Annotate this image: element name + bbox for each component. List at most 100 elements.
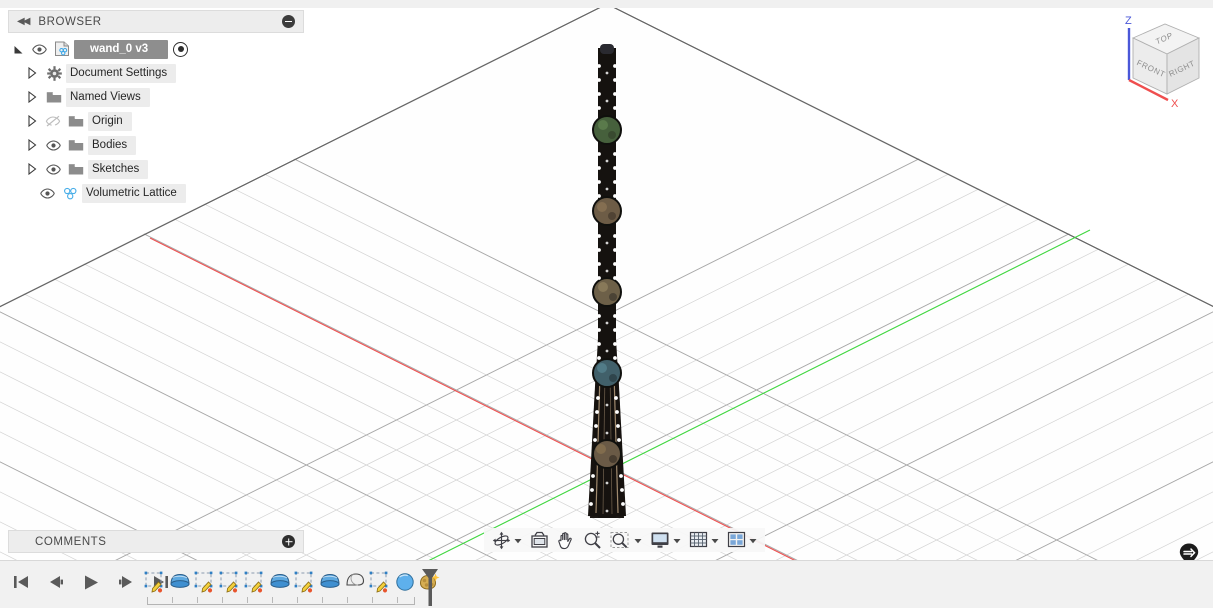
folder-icon xyxy=(42,91,66,104)
expanded-triangle-icon[interactable] xyxy=(8,44,28,55)
chevron-down-icon[interactable] xyxy=(749,531,757,549)
collapsed-triangle-icon[interactable] xyxy=(22,67,42,79)
double-left-chevron-icon[interactable]: ◀◀ xyxy=(17,16,30,27)
browser-tree: wand_0 v3 Document Settings Named Views … xyxy=(8,37,304,205)
plus-icon[interactable] xyxy=(282,535,295,548)
sketch-feature[interactable] xyxy=(192,567,217,597)
component-document-icon xyxy=(50,41,74,57)
fit-tool[interactable] xyxy=(606,528,646,552)
viewcube-z-label: Z xyxy=(1125,15,1132,27)
grid-snaps-tool[interactable] xyxy=(685,528,723,552)
collapsed-triangle-icon[interactable] xyxy=(22,115,42,127)
eye-visible-icon[interactable] xyxy=(42,163,64,175)
view-cube[interactable]: Z X TOP FRONT RIGHT xyxy=(1113,8,1209,112)
comments-panel[interactable]: COMMENTS xyxy=(8,530,304,553)
sketch-feature[interactable] xyxy=(142,567,167,597)
step-forward-button[interactable] xyxy=(115,571,137,593)
comments-title: COMMENTS xyxy=(35,535,107,548)
display-settings-tool[interactable] xyxy=(646,528,685,552)
sidebar-item-named-views[interactable]: Named Views xyxy=(8,85,304,109)
chevron-down-icon[interactable] xyxy=(634,531,642,549)
tree-root-node[interactable]: wand_0 v3 xyxy=(8,37,304,61)
sketch-feature[interactable] xyxy=(217,567,242,597)
orbit-tool[interactable] xyxy=(488,528,526,552)
pan-hand-icon xyxy=(558,531,572,549)
zoom-fit-icon xyxy=(610,531,629,548)
sidebar-item-label[interactable]: Bodies xyxy=(88,135,137,155)
root-node-label[interactable]: wand_0 v3 xyxy=(74,39,169,59)
sketch-icon xyxy=(294,571,312,593)
zoom-tool[interactable] xyxy=(579,528,606,552)
play-button[interactable] xyxy=(80,571,102,593)
extrude-icon xyxy=(169,573,190,588)
sketch-feature[interactable] xyxy=(242,567,267,597)
timeline-status-bar xyxy=(0,560,1213,608)
eye-visible-icon[interactable] xyxy=(36,187,58,199)
folder-icon xyxy=(64,163,88,176)
sketch-feature[interactable] xyxy=(367,567,392,597)
gear-icon xyxy=(42,65,66,81)
sidebar-item-volumetric-lattice[interactable]: Volumetric Lattice xyxy=(8,181,304,205)
sketch-icon xyxy=(194,571,212,593)
timeline-marker-icon[interactable] xyxy=(421,567,439,606)
sidebar-item-origin[interactable]: Origin xyxy=(8,109,304,133)
folder-icon xyxy=(64,139,88,152)
go-to-beginning-button[interactable] xyxy=(10,571,32,593)
eye-visible-icon[interactable] xyxy=(28,43,50,55)
look-at-tool[interactable] xyxy=(526,528,553,552)
loft-icon xyxy=(345,573,364,586)
sketch-feature[interactable] xyxy=(292,567,317,597)
minus-icon[interactable] xyxy=(282,15,295,28)
collapsed-triangle-icon[interactable] xyxy=(22,139,42,151)
extrude-feature[interactable] xyxy=(317,567,342,597)
extrude-feature[interactable] xyxy=(167,567,192,597)
sidebar-item-label[interactable]: Sketches xyxy=(88,159,149,179)
sidebar-item-label[interactable]: Volumetric Lattice xyxy=(82,183,186,203)
radio-target-icon[interactable] xyxy=(173,41,189,57)
look-at-icon xyxy=(531,531,548,548)
step-forward-icon xyxy=(119,576,132,588)
sidebar-item-label[interactable]: Document Settings xyxy=(66,63,177,83)
navigation-pin-icon[interactable] xyxy=(1178,542,1200,560)
eye-visible-icon[interactable] xyxy=(42,139,64,151)
collapsed-triangle-icon[interactable] xyxy=(22,91,42,103)
sphere-icon xyxy=(395,573,414,591)
sidebar-item-label[interactable]: Named Views xyxy=(66,87,150,107)
sketch-icon xyxy=(219,571,237,593)
step-back-button[interactable] xyxy=(45,571,67,593)
extrude-feature[interactable] xyxy=(267,567,292,597)
browser-title: BROWSER xyxy=(38,15,102,28)
loft-feature[interactable] xyxy=(342,567,367,597)
extrude-icon xyxy=(319,573,340,588)
browser-panel: ◀◀ BROWSER wand_0 v3 Document Settings N… xyxy=(8,10,304,205)
chevron-down-icon[interactable] xyxy=(514,531,522,549)
viewport-layout-icon xyxy=(727,531,746,548)
eye-hidden-icon[interactable] xyxy=(42,115,64,127)
sphere-feature[interactable] xyxy=(392,567,417,597)
fusion-cad-window: Z X TOP FRONT RIGHT ◀◀ BROWSER wand_0 v3… xyxy=(0,0,1213,608)
extrude-icon xyxy=(269,573,290,588)
chevron-down-icon[interactable] xyxy=(711,531,719,549)
sidebar-item-sketches[interactable]: Sketches xyxy=(8,157,304,181)
browser-header[interactable]: ◀◀ BROWSER xyxy=(8,10,304,33)
folder-icon xyxy=(64,115,88,128)
timeline-rail xyxy=(147,597,415,605)
sidebar-item-document-settings[interactable]: Document Settings xyxy=(8,61,304,85)
sidebar-item-label[interactable]: Origin xyxy=(88,111,132,131)
monitor-icon xyxy=(651,532,669,548)
sidebar-item-bodies[interactable]: Bodies xyxy=(8,133,304,157)
step-back-icon xyxy=(50,576,63,588)
sketch-icon xyxy=(369,571,387,593)
lattice-icon xyxy=(58,186,82,201)
viewport-layout-tool[interactable] xyxy=(723,528,761,552)
sketch-icon xyxy=(244,571,262,593)
chevron-down-icon[interactable] xyxy=(673,531,681,549)
viewcube-x-label: X xyxy=(1171,98,1179,110)
collapsed-triangle-icon[interactable] xyxy=(22,163,42,175)
grid-icon xyxy=(689,531,708,548)
viewport-top-strip xyxy=(0,0,1213,8)
orbit-icon xyxy=(492,531,511,549)
skip-start-icon xyxy=(14,576,28,588)
play-icon xyxy=(85,575,98,589)
pan-tool[interactable] xyxy=(553,528,579,552)
